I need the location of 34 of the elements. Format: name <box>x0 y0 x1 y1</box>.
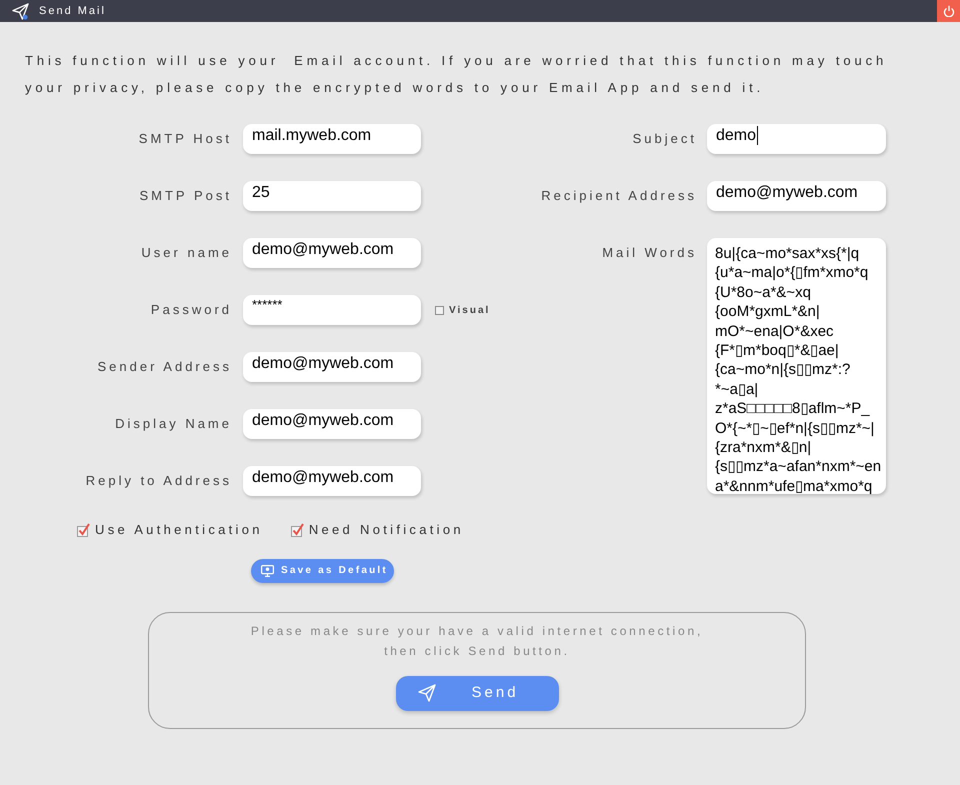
field-label: SMTP Host <box>138 130 232 148</box>
input-field[interactable]: demo@myweb.com <box>243 409 421 439</box>
paper-plane-icon <box>12 2 29 20</box>
field-label: Reply to Address <box>84 472 232 490</box>
checkbox-label: Visual <box>449 304 490 318</box>
checkbox[interactable] <box>77 522 90 537</box>
field-label: SMTP Post <box>138 187 232 206</box>
field-label: User name <box>140 244 232 262</box>
power-icon <box>942 5 954 17</box>
power-button[interactable] <box>937 0 960 22</box>
input-field[interactable]: demo@myweb.com <box>243 238 421 268</box>
input-field[interactable]: 25 <box>243 181 421 211</box>
field-label: Sender Address <box>96 358 232 376</box>
input-field[interactable]: demo@myweb.com <box>707 181 886 211</box>
visual-checkbox[interactable] <box>435 306 444 314</box>
field-label: Password <box>150 301 232 320</box>
paper-plane-icon <box>418 684 436 702</box>
input-field[interactable]: demo <box>707 124 886 154</box>
notice-text: Please make sure your have a valid internet connection, then click Send button. <box>250 622 704 660</box>
input-field[interactable]: demo@myweb.com <box>243 466 421 496</box>
password-field[interactable]: ****** <box>243 295 421 325</box>
message-text-area[interactable]: 8u|{ca~mo*sax*xs{*|q {u*a~ma|o*{▯fm*xmo*q {U*8o~a*&~xq {ooM*gxmL*&n| mO*~ena|O*&xec {F*▯m*boq▯*&▯ae| {ca~mo*n|{s▯▯mz*:? *~a▯a| z*aS□□□□□8▯aflm~*P_ O*{~*▯~▯ef*n|{s▯▯mz*~| {zra*nxm*&▯n| {s▯▯mz*a~afan*nxm*~en a*&nnm*ufe▯ma*xmo*q <box>707 238 886 494</box>
input-field[interactable]: demo@myweb.com <box>243 352 421 382</box>
window-title: Send Mail <box>39 4 106 19</box>
checkbox[interactable] <box>290 522 304 537</box>
field-label: Subject <box>632 130 697 148</box>
input-field[interactable]: mail.myweb.com <box>243 124 421 154</box>
field-label: Recipient Address <box>540 187 697 206</box>
checkbox-label: Need Notification <box>308 521 464 539</box>
checkbox-label: Use Authentication <box>95 521 263 539</box>
intro-text: This function will use your Email account. If you are worried that this function may touch your privacy, please copy the encrypted words to your Email App and send it. <box>25 52 888 97</box>
field-label: Display Name <box>114 415 232 434</box>
field-label: Mail Words <box>601 244 697 262</box>
monitor-icon <box>261 564 274 576</box>
